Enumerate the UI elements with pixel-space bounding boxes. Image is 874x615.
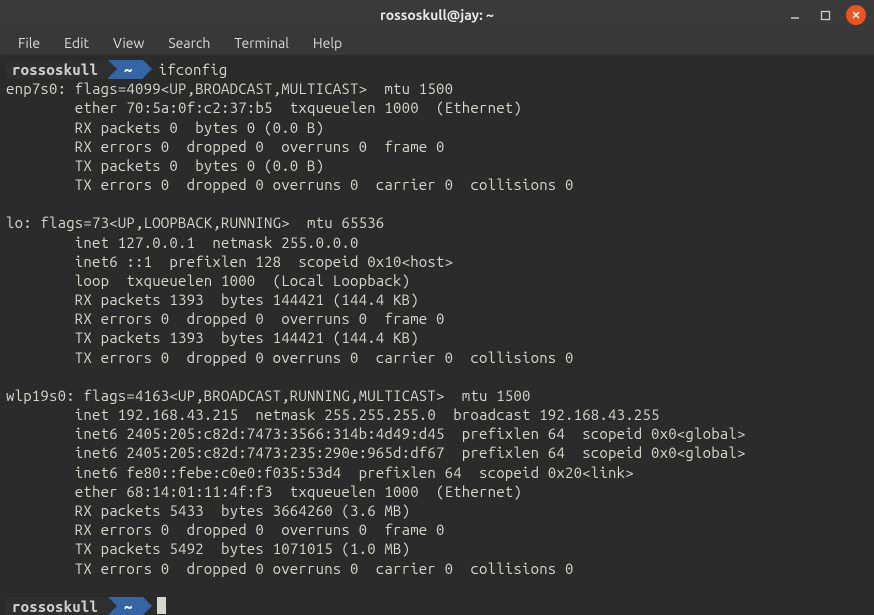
output-line: wlp19s0: flags=4163<UP,BROADCAST,RUNNING… [6, 386, 868, 405]
prompt-line-1: rossoskull ~ ifconfig [6, 60, 868, 79]
output-line: RX errors 0 dropped 0 overruns 0 frame 0 [6, 309, 868, 328]
output-line: TX errors 0 dropped 0 overruns 0 carrier… [6, 559, 868, 578]
output-line: ether 70:5a:0f:c2:37:b5 txqueuelen 1000 … [6, 98, 868, 117]
output-line: RX packets 5433 bytes 3664260 (3.6 MB) [6, 501, 868, 520]
window-controls [786, 5, 866, 25]
blank-line [6, 367, 868, 386]
menu-help[interactable]: Help [303, 33, 352, 53]
output-line: ether 68:14:01:11:4f:f3 txqueuelen 1000 … [6, 482, 868, 501]
output-line: RX packets 0 bytes 0 (0.0 B) [6, 118, 868, 137]
output-line: inet 127.0.0.1 netmask 255.0.0.0 [6, 233, 868, 252]
blank-line [6, 194, 868, 213]
terminal-area[interactable]: rossoskull ~ ifconfig enp7s0: flags=4099… [0, 56, 874, 615]
output-line: inet6 2405:205:c82d:7473:235:290e:965d:d… [6, 443, 868, 462]
menu-edit[interactable]: Edit [54, 33, 99, 53]
output-line: RX packets 1393 bytes 144421 (144.4 KB) [6, 290, 868, 309]
close-button[interactable] [846, 5, 866, 25]
output-line: TX packets 5492 bytes 1071015 (1.0 MB) [6, 539, 868, 558]
output-line: inet6 2405:205:c82d:7473:3566:314b:4d49:… [6, 424, 868, 443]
output-line: TX packets 0 bytes 0 (0.0 B) [6, 156, 868, 175]
output-line: TX packets 1393 bytes 144421 (144.4 KB) [6, 328, 868, 347]
output-line: inet 192.168.43.215 netmask 255.255.255.… [6, 405, 868, 424]
minimize-button[interactable] [786, 6, 804, 24]
output-line: inet6 fe80::febe:c0e0:f035:53d4 prefixle… [6, 463, 868, 482]
blank-line [6, 578, 868, 597]
titlebar: rossoskull@jay: ~ [0, 0, 874, 30]
menu-view[interactable]: View [103, 33, 154, 53]
window-title: rossoskull@jay: ~ [380, 7, 494, 23]
output-line: TX errors 0 dropped 0 overruns 0 carrier… [6, 348, 868, 367]
menu-search[interactable]: Search [158, 33, 220, 53]
prompt-line-2: rossoskull ~ [6, 597, 868, 615]
prompt-command: ifconfig [143, 60, 228, 79]
output-line: TX errors 0 dropped 0 overruns 0 carrier… [6, 175, 868, 194]
output-line: RX errors 0 dropped 0 overruns 0 frame 0 [6, 137, 868, 156]
output-line: lo: flags=73<UP,LOOPBACK,RUNNING> mtu 65… [6, 213, 868, 232]
cursor [157, 597, 166, 614]
menu-terminal[interactable]: Terminal [224, 33, 299, 53]
output-line: loop txqueuelen 1000 (Local Loopback) [6, 271, 868, 290]
output-line: enp7s0: flags=4099<UP,BROADCAST,MULTICAS… [6, 79, 868, 98]
maximize-button[interactable] [816, 6, 834, 24]
prompt-user: rossoskull [6, 597, 108, 615]
menubar: File Edit View Search Terminal Help [0, 30, 874, 56]
menu-file[interactable]: File [8, 33, 50, 53]
output-line: inet6 ::1 prefixlen 128 scopeid 0x10<hos… [6, 252, 868, 271]
prompt-user: rossoskull [6, 60, 108, 79]
output-line: RX errors 0 dropped 0 overruns 0 frame 0 [6, 520, 868, 539]
